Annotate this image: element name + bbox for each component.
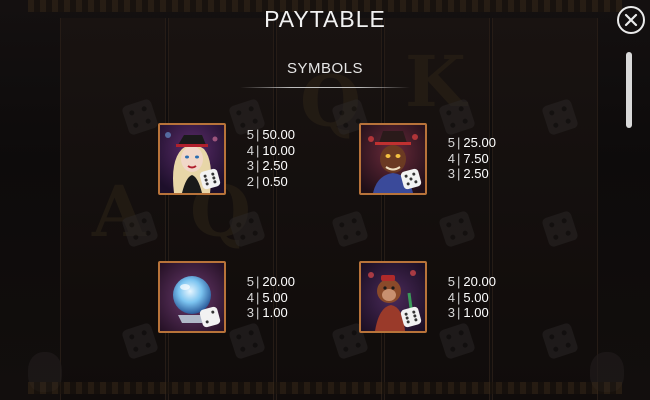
background-frame-bottom	[28, 382, 622, 394]
payout-amount: 7.50	[463, 150, 489, 166]
payout-amount: 1.00	[262, 305, 288, 320]
separator: |	[457, 289, 461, 305]
match-count: 4	[447, 150, 455, 166]
match-count: 5	[447, 274, 455, 289]
payout-row: 5 | 20.00	[245, 274, 295, 290]
separator: |	[256, 274, 260, 289]
die-badge-icon	[400, 168, 422, 190]
match-count: 3	[447, 305, 455, 320]
payout-amount: 0.50	[262, 173, 288, 189]
paytable-crystal-ball: 5 | 20.00 4 | 5.00 3 | 1.00	[245, 274, 295, 321]
payout-amount: 2.50	[463, 166, 489, 181]
separator: |	[256, 173, 260, 189]
match-count: 3	[246, 158, 254, 173]
separator: |	[256, 289, 260, 305]
payout-row: 3 | 1.00	[245, 305, 295, 321]
payout-row: 4 | 7.50	[446, 151, 496, 167]
separator: |	[256, 305, 260, 320]
payout-row: 5 | 20.00	[446, 274, 496, 290]
separator: |	[256, 158, 260, 173]
separator: |	[256, 127, 260, 142]
payout-row: 3 | 1.00	[446, 305, 496, 321]
section-divider	[240, 87, 410, 88]
payout-amount: 50.00	[262, 127, 295, 142]
payout-row: 5 | 25.00	[446, 135, 496, 151]
close-icon	[624, 13, 638, 27]
separator: |	[457, 305, 461, 320]
close-button[interactable]	[617, 6, 645, 34]
payout-amount: 20.00	[463, 274, 496, 289]
payout-amount: 25.00	[463, 135, 496, 150]
payout-row: 5 | 50.00	[245, 127, 295, 143]
match-count: 4	[246, 142, 254, 158]
payout-row: 3 | 2.50	[446, 166, 496, 182]
paytable-ringmaster: 5 | 25.00 4 | 7.50 3 | 2.50	[446, 135, 496, 182]
symbol-monkey	[359, 261, 427, 333]
payout-row: 4 | 5.00	[245, 290, 295, 306]
payout-amount: 1.00	[463, 305, 489, 320]
match-count: 4	[246, 289, 254, 305]
match-count: 4	[447, 289, 455, 305]
separator: |	[457, 135, 461, 150]
symbol-clown-girl	[158, 123, 226, 195]
section-title: SYMBOLS	[286, 60, 364, 77]
payout-row: 4 | 10.00	[245, 143, 295, 159]
die-badge-icon	[400, 306, 422, 328]
payout-amount: 5.00	[262, 289, 288, 305]
page-title: PAYTABLE	[264, 6, 386, 32]
symbol-ringmaster	[359, 123, 427, 195]
paytable-monkey: 5 | 20.00 4 | 5.00 3 | 1.00	[446, 274, 496, 321]
payout-amount: 2.50	[262, 158, 288, 173]
match-count: 5	[246, 274, 254, 289]
match-count: 5	[447, 135, 455, 150]
match-count: 5	[246, 127, 254, 142]
payout-amount: 20.00	[262, 274, 295, 289]
match-count: 3	[246, 305, 254, 320]
payout-row: 3 | 2.50	[245, 158, 295, 174]
separator: |	[256, 142, 260, 158]
separator: |	[457, 150, 461, 166]
symbol-crystal-ball	[158, 261, 226, 333]
separator: |	[457, 166, 461, 181]
payout-row: 4 | 5.00	[446, 290, 496, 306]
payout-amount: 5.00	[463, 289, 489, 305]
separator: |	[457, 274, 461, 289]
payout-row: 2 | 0.50	[245, 174, 295, 190]
paytable-clown-girl: 5 | 50.00 4 | 10.00 3 | 2.50 2 | 0.50	[245, 127, 295, 189]
match-count: 2	[246, 173, 254, 189]
die-badge-icon	[199, 306, 221, 328]
die-badge-icon	[199, 168, 221, 190]
payout-amount: 10.00	[262, 142, 295, 158]
match-count: 3	[447, 166, 455, 181]
